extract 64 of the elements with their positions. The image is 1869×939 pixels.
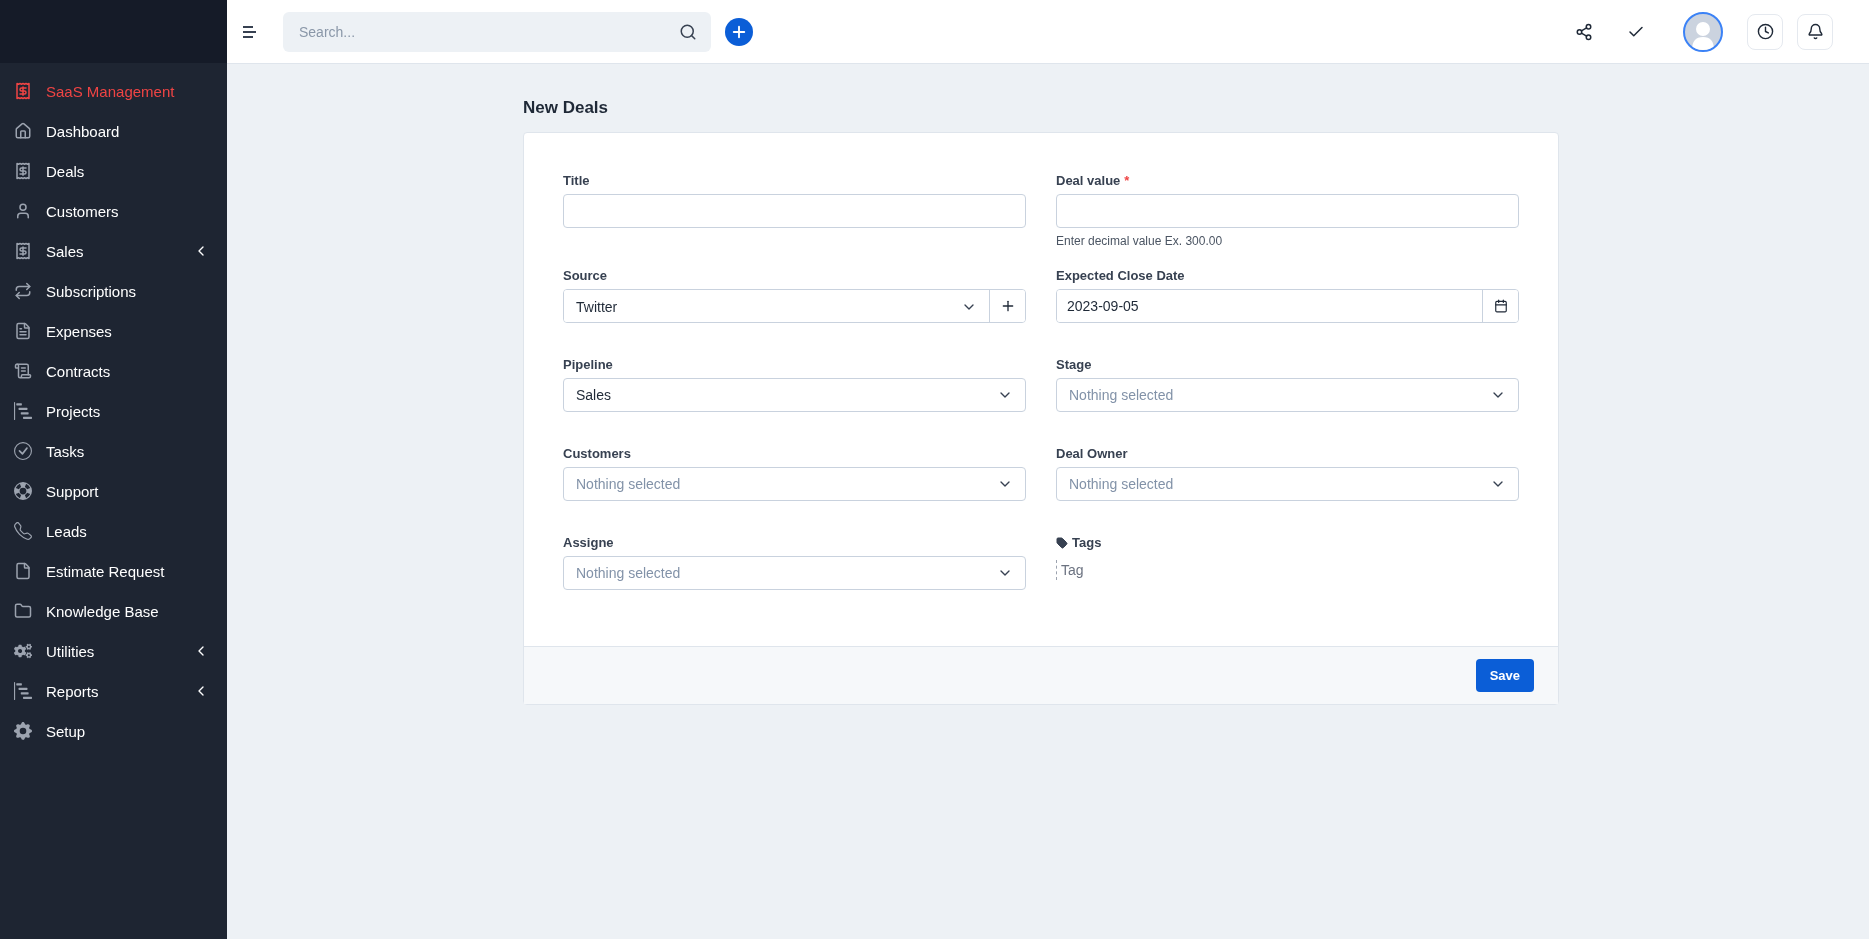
save-button[interactable]: Save bbox=[1475, 659, 1534, 692]
sidebar-item[interactable]: Utilities bbox=[0, 631, 227, 671]
bar-chart-icon bbox=[14, 682, 32, 700]
sidebar-item[interactable]: Reports bbox=[0, 671, 227, 711]
clock-icon bbox=[1756, 23, 1774, 40]
sidebar-item[interactable]: Customers bbox=[0, 191, 227, 231]
text-input[interactable] bbox=[563, 194, 1026, 228]
add-button[interactable] bbox=[725, 17, 753, 46]
document-icon bbox=[14, 362, 32, 380]
field-label: Title bbox=[563, 173, 591, 188]
folder-icon bbox=[14, 602, 32, 620]
text-input[interactable] bbox=[1056, 194, 1519, 228]
sidebar-item[interactable]: Leads bbox=[0, 511, 227, 551]
sidebar-item[interactable]: Projects bbox=[0, 391, 227, 431]
search-bar[interactable]: Search... bbox=[283, 11, 711, 52]
settings-icon bbox=[14, 722, 32, 740]
sidebar-item[interactable]: Contracts bbox=[0, 351, 227, 391]
user-icon bbox=[14, 202, 32, 220]
field-label: Pipeline bbox=[563, 357, 614, 372]
receipt-icon bbox=[14, 162, 32, 180]
calendar-button[interactable] bbox=[1482, 290, 1518, 322]
lifebuoy-icon bbox=[14, 482, 32, 500]
sidebar-item[interactable]: Knowledge Base bbox=[0, 591, 227, 631]
receipt-icon bbox=[14, 82, 32, 100]
field-label: Customers bbox=[563, 446, 632, 461]
field-label: Assigne bbox=[563, 535, 615, 550]
search-input[interactable]: Search... bbox=[297, 22, 671, 41]
sidebar-item[interactable]: Dashboard bbox=[0, 111, 227, 151]
sidebar-item[interactable]: Setup bbox=[0, 711, 227, 751]
sidebar-item[interactable]: Estimate Request bbox=[0, 551, 227, 591]
share-icon bbox=[1575, 22, 1593, 41]
page-title: New Deals bbox=[523, 98, 610, 118]
sidebar-item[interactable]: SaaS Management bbox=[0, 71, 227, 111]
select-dropdown[interactable]: Sales bbox=[563, 378, 1026, 412]
calendar-icon bbox=[1493, 299, 1508, 313]
sidebar-item[interactable]: Deals bbox=[0, 151, 227, 191]
field-hint: Enter decimal value Ex. 300.00 bbox=[1056, 234, 1224, 248]
phone-icon bbox=[14, 522, 32, 540]
notifications-button[interactable] bbox=[1797, 13, 1833, 50]
field-label: Stage bbox=[1056, 357, 1093, 372]
search-icon bbox=[679, 22, 697, 41]
sidebar-item[interactable]: Expenses bbox=[0, 311, 227, 351]
sidebar-item[interactable]: Tasks bbox=[0, 431, 227, 471]
person-silhouette-icon bbox=[1692, 19, 1714, 50]
field-label: Expected Close Date bbox=[1056, 268, 1186, 283]
steps-chart-icon bbox=[14, 402, 32, 420]
clock-button[interactable] bbox=[1747, 13, 1783, 50]
document-icon bbox=[14, 322, 32, 340]
avatar[interactable] bbox=[1683, 11, 1723, 52]
home-icon bbox=[14, 122, 32, 140]
repeat-icon bbox=[14, 282, 32, 300]
sidebar-item[interactable]: Support bbox=[0, 471, 227, 511]
bell-icon bbox=[1806, 23, 1824, 40]
required-mark: * bbox=[1124, 173, 1130, 188]
field-label: Tags bbox=[1056, 535, 1519, 550]
tag-icon bbox=[1056, 536, 1068, 549]
gears-icon bbox=[14, 642, 32, 660]
receipt-icon bbox=[14, 242, 32, 260]
sidebar-item[interactable]: Sales bbox=[0, 231, 227, 271]
field-label: Deal Owner bbox=[1056, 446, 1129, 461]
file-icon bbox=[14, 562, 32, 580]
field-label: Deal value * bbox=[1056, 173, 1131, 188]
field-label: Source bbox=[563, 268, 609, 283]
sidebar-item[interactable]: Subscriptions bbox=[0, 271, 227, 311]
